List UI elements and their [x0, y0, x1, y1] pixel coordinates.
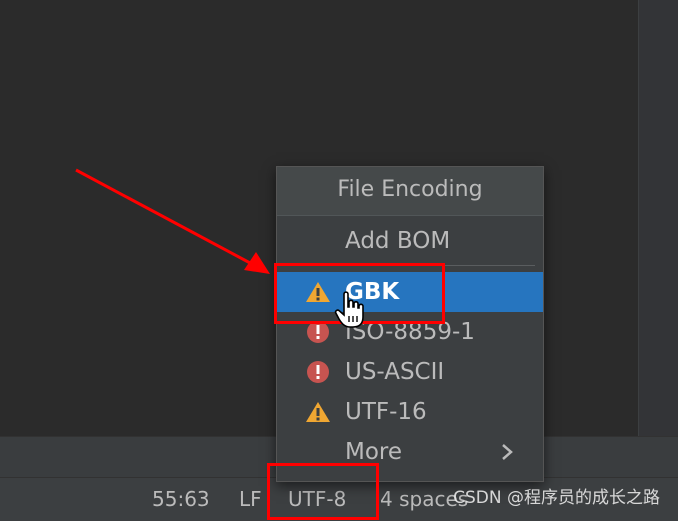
encoding-item-us-ascii[interactable]: US-ASCII — [277, 352, 543, 392]
add-bom-label: Add BOM — [345, 228, 451, 254]
annotation-box-encoding — [267, 463, 379, 520]
add-bom-item[interactable]: Add BOM — [277, 221, 543, 261]
encoding-item-label: UTF-16 — [345, 399, 427, 425]
hand-cursor-icon — [334, 291, 364, 328]
line-separator[interactable]: LF — [239, 478, 262, 521]
chevron-right-icon — [502, 444, 513, 460]
editor-scrollbar[interactable] — [638, 0, 678, 436]
watermark: CSDN @程序员的成长之路 — [453, 488, 660, 508]
error-icon — [307, 361, 329, 383]
caret-position[interactable]: 55:63 — [152, 478, 210, 521]
warning-icon — [306, 402, 330, 422]
popup-header: File Encoding — [277, 167, 543, 216]
popup-title: File Encoding — [337, 177, 483, 202]
encoding-item-label: US-ASCII — [345, 359, 445, 385]
encoding-item-utf-16[interactable]: UTF-16 — [277, 392, 543, 432]
file-encoding-popup: File Encoding Add BOM GBK ISO-8859-1 US-… — [276, 166, 544, 482]
